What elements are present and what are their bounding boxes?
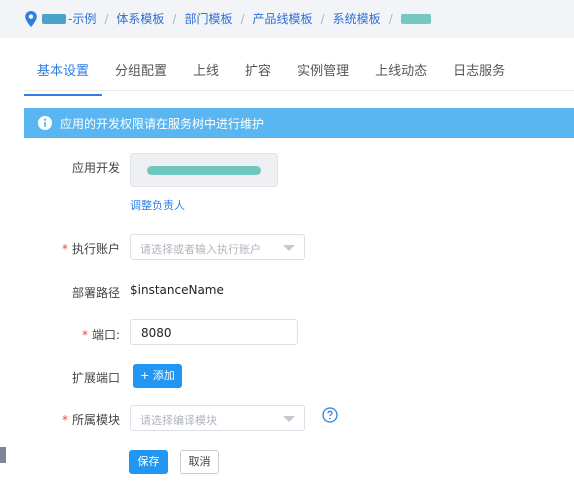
redacted-app-name [42,13,66,24]
breadcrumb-item-product-template[interactable]: 产品线模板 [253,10,313,27]
breadcrumb-separator: / [104,11,109,26]
developer-field [130,153,278,187]
module-label: * 所属模块 [61,413,120,427]
breadcrumb-separator: / [320,11,325,26]
deploy-path-value: $instanceName [130,283,224,297]
required-mark: * [61,413,68,427]
question-circle-icon[interactable] [322,407,338,423]
top-bar: -示例 / 体系模板 / 部门模板 / 产品线模板 / 系统模板 / [0,0,574,38]
tab-instance-management[interactable]: 实例管理 [284,60,362,90]
required-mark: * [81,328,88,342]
account-label: * 执行账户 [61,242,120,256]
tab-basic-settings[interactable]: 基本设置 [24,60,103,96]
breadcrumb-separator: / [240,11,245,26]
port-input[interactable]: 8080 [130,319,298,345]
developer-label: 应用开发 [71,161,120,175]
tab-bar: 基本设置 分组配置 上线 扩容 实例管理 上线动态 日志服务 [24,60,574,96]
breadcrumb-item-dept-template[interactable]: 部门模板 [184,10,232,27]
port-label: * 端口: [81,328,120,342]
chevron-down-icon [283,416,295,422]
tab-deploy[interactable]: 上线 [180,60,232,90]
side-handle[interactable] [0,447,6,463]
deploy-path-label: 部署路径 [71,286,120,300]
breadcrumb-item-system-template[interactable]: 体系模板 [116,10,164,27]
tab-scale-out[interactable]: 扩容 [232,60,284,90]
required-mark: * [61,242,68,256]
tab-group-config[interactable]: 分组配置 [102,60,180,90]
save-button[interactable]: 保存 [129,450,168,474]
account-select[interactable]: 请选择或者输入执行账户 [130,234,305,260]
permission-alert: 应用的开发权限请在服务树中进行维护 [24,108,574,138]
breadcrumb-item-sys-template[interactable]: 系统模板 [333,10,381,27]
adjust-owner-link[interactable]: 调整负责人 [130,197,185,213]
breadcrumb-separator: / [388,11,393,26]
info-circle-icon [38,116,52,130]
location-pin-icon [25,10,37,27]
tab-log-service[interactable]: 日志服务 [440,60,518,90]
tab-deploy-activity[interactable]: 上线动态 [362,60,440,90]
module-placeholder: 请选择编译模块 [140,414,217,427]
breadcrumb-separator: / [172,11,177,26]
redacted-current-item [400,13,431,24]
cancel-button[interactable]: 取消 [180,450,219,474]
ext-port-label: 扩展端口 [71,371,120,385]
breadcrumb: -示例 / 体系模板 / 部门模板 / 产品线模板 / 系统模板 / [24,10,431,27]
account-placeholder: 请选择或者输入执行账户 [140,243,261,256]
alert-text: 应用的开发权限请在服务树中进行维护 [60,116,265,131]
redacted-developer-value [147,166,261,175]
chevron-down-icon [283,245,295,251]
module-select[interactable]: 请选择编译模块 [130,405,305,431]
port-value: 8080 [141,326,172,340]
add-port-button[interactable]: + 添加 [133,364,182,388]
breadcrumb-item-example[interactable]: -示例 [68,10,96,27]
